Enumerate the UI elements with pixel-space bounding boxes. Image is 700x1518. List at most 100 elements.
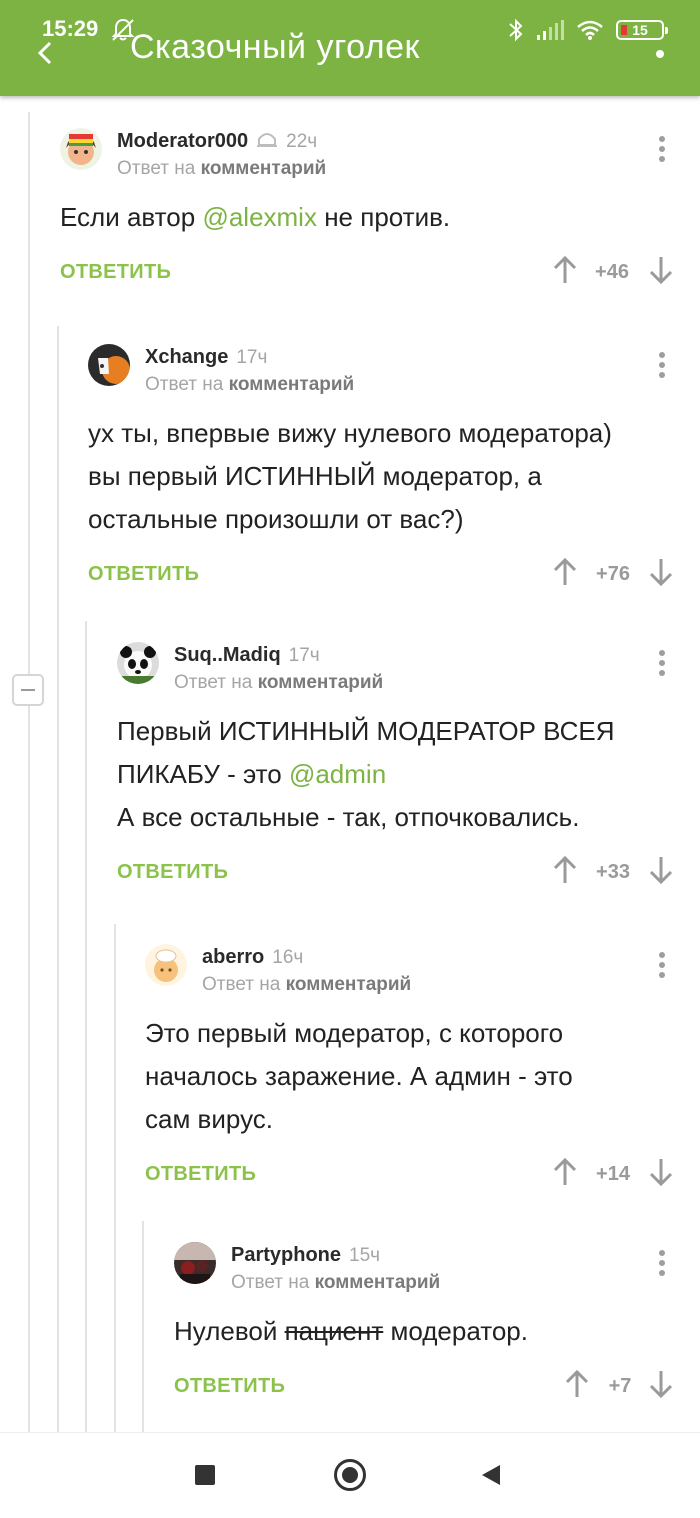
reply-to-link[interactable]: комментарий [258,672,384,693]
comment-line: вы первый ИСТИННЫЙ модератор, а [88,455,700,498]
comment-time: 17ч [288,645,320,666]
comment-line: началось заражение. А админ - это [145,1055,700,1098]
wifi-icon [577,20,603,40]
avatar[interactable] [174,1242,216,1284]
reply-button[interactable]: ОТВЕТИТЬ [60,261,171,284]
comment-time: 15ч [349,1245,381,1266]
overflow-menu-icon[interactable] [656,50,664,58]
comment-score: +33 [596,861,630,883]
arrow-up-icon[interactable] [552,1157,578,1187]
comment-text: А все остальные - так, отпочковались. [117,802,580,832]
reply-to-link[interactable]: комментарий [229,374,355,395]
avatar[interactable] [60,128,102,170]
comment-body: Если автор @alexmix не против. [60,196,700,239]
comment-text: остальные произошли от вас?) [88,504,464,534]
reply-to: Ответ на комментарий [231,1272,441,1293]
more-vert-icon[interactable] [659,352,665,378]
system-nav-bar [0,1432,700,1518]
avatar[interactable] [117,642,159,684]
comment-author[interactable]: aberro 16ч [202,946,303,969]
comment-body: ух ты, впервые вижу нулевого модератора)… [88,412,700,541]
more-vert-icon[interactable] [659,1250,665,1276]
thread-line [85,621,87,1432]
reply-button[interactable]: ОТВЕТИТЬ [117,861,228,884]
arrow-down-icon[interactable] [648,557,674,587]
back-triangle-icon[interactable] [482,1465,500,1485]
status-time: 15:29 [42,16,99,41]
comment-line: ПИКАБУ - это @admin [117,753,700,796]
arrow-down-icon[interactable] [648,255,674,285]
reply-button[interactable]: ОТВЕТИТЬ [174,1375,285,1398]
arrow-down-icon[interactable] [648,1157,674,1187]
strikethrough-text: пациент [284,1316,384,1346]
back-arrow-icon[interactable] [34,40,60,66]
more-vert-icon[interactable] [659,136,665,162]
moderator-badge-icon [257,133,278,147]
comment-line: Это первый модератор, с которого [145,1012,700,1055]
avatar[interactable] [145,944,187,986]
comment-line: остальные произошли от вас?) [88,498,700,541]
reply-button[interactable]: ОТВЕТИТЬ [145,1163,256,1186]
comment-text: модератор. [383,1316,528,1346]
more-vert-icon[interactable] [659,952,665,978]
reply-to-link[interactable]: комментарий [286,974,412,995]
comment-text: ух ты, впервые вижу нулевого модератора) [88,418,612,448]
collapse-thread-button[interactable] [12,674,44,706]
more-vert-icon[interactable] [659,650,665,676]
comment: aberro 16ч Ответ на комментарий Это первы… [145,944,700,1201]
comment-line: А все остальные - так, отпочковались. [117,796,700,839]
comment-text: Первый ИСТИННЫЙ МОДЕРАТОР ВСЕЯ [117,716,615,746]
bluetooth-icon [509,18,523,42]
avatar[interactable] [88,344,130,386]
home-circle-icon[interactable] [334,1459,366,1491]
page-title: Сказочный уголек [130,28,420,66]
app-bar: 15:29 15 Сказочный уголек [0,0,700,96]
comment-body: Это первый модератор, с которого началось… [145,1012,700,1141]
comment-text: началось заражение. А админ - это [145,1061,573,1091]
recents-square-icon[interactable] [195,1465,215,1485]
arrow-down-icon[interactable] [648,1369,674,1399]
comment-text: не против. [316,202,451,232]
comment: Moderator000 22ч Ответ на комментарий Есл… [60,128,700,299]
comment-author[interactable]: Suq..Madiq 17ч [174,644,320,667]
comment-score: +14 [596,1163,630,1185]
comment-score: +76 [596,563,630,585]
thread-line [142,1221,144,1432]
comment-time: 17ч [236,347,268,368]
reply-to: Ответ на комментарий [145,374,355,395]
comment-line: ух ты, впервые вижу нулевого модератора) [88,412,700,455]
reply-to: Ответ на комментарий [202,974,412,995]
mention-link[interactable]: @alexmix [202,202,317,232]
arrow-up-icon[interactable] [552,855,578,885]
comment-line: Первый ИСТИННЫЙ МОДЕРАТОР ВСЕЯ [117,710,700,753]
comment-author[interactable]: Partyphone 15ч [231,1244,380,1267]
comment-body: Первый ИСТИННЫЙ МОДЕРАТОР ВСЕЯ ПИКАБУ - э… [117,710,700,839]
thread-line [114,924,116,1432]
comment: Xchange 17ч Ответ на комментарий ух ты, в… [88,344,700,601]
reply-to: Ответ на комментарий [174,672,384,693]
reply-to-link[interactable]: комментарий [315,1272,441,1293]
reply-to: Ответ на комментарий [117,158,327,179]
arrow-up-icon[interactable] [552,255,578,285]
battery-level: 15 [632,22,648,38]
comment-time: 22ч [286,131,318,152]
comment-score: +46 [595,261,629,283]
comment-author[interactable]: Xchange 17ч [145,346,267,369]
arrow-up-icon[interactable] [552,557,578,587]
arrow-down-icon[interactable] [648,855,674,885]
reply-button[interactable]: ОТВЕТИТЬ [88,563,199,586]
thread-line [57,326,59,1432]
comment-text: вы первый ИСТИННЫЙ модератор, а [88,461,542,491]
comment-score: +7 [608,1375,632,1397]
comment-author[interactable]: Moderator000 22ч [117,130,317,153]
mention-link[interactable]: @admin [289,759,386,789]
reply-to-link[interactable]: комментарий [201,158,327,179]
comment-text: сам вирус. [145,1104,273,1134]
comment-thread: Moderator000 22ч Ответ на комментарий Есл… [0,96,700,1432]
comment-line: Если автор @alexmix не против. [60,196,700,239]
arrow-up-icon[interactable] [564,1369,590,1399]
thread-line [28,112,30,1432]
battery-icon: 15 [616,20,668,40]
comment: Partyphone 15ч Ответ на комментарий Нулев… [174,1242,700,1413]
comment-text: Нулевой [174,1316,285,1346]
